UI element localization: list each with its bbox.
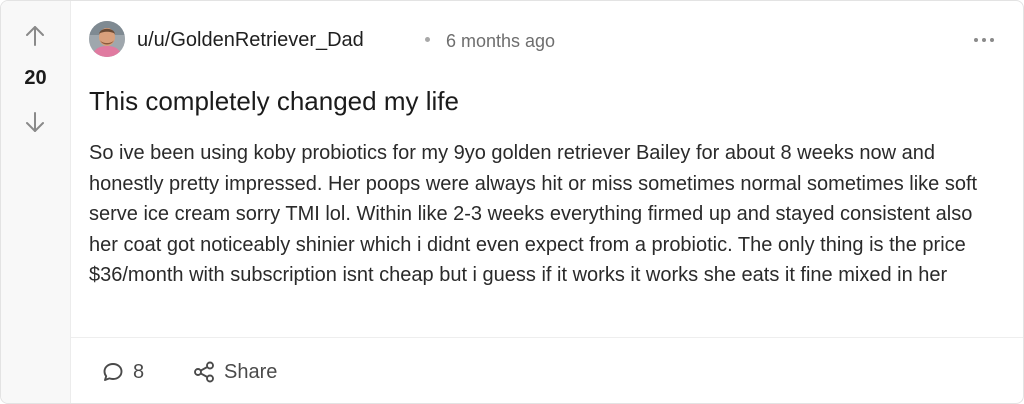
share-icon xyxy=(192,360,216,384)
post-meta: u/u/GoldenRetriever_Dad 6 months ago xyxy=(89,21,1003,59)
post-body: So ive been using koby probiotics for my… xyxy=(89,142,978,287)
more-options-button[interactable] xyxy=(971,29,997,51)
arrow-down-icon xyxy=(22,109,48,135)
more-horizontal-icon xyxy=(971,29,997,51)
post-actions-bar: 8 Share xyxy=(71,337,1023,403)
post-timestamp: 6 months ago xyxy=(446,31,556,51)
downvote-button[interactable] xyxy=(22,109,48,135)
comment-count: 8 xyxy=(133,360,145,383)
comments-button[interactable]: 8 xyxy=(101,358,144,386)
post-content: u/u/GoldenRetriever_Dad 6 months ago Thi… xyxy=(71,1,1023,403)
vote-column: 20 xyxy=(1,1,71,403)
comment-bubble-icon xyxy=(101,360,125,384)
avatar[interactable] xyxy=(89,21,125,57)
share-label: Share xyxy=(224,360,278,383)
share-button[interactable]: Share xyxy=(192,358,277,386)
author-username[interactable]: u/u/GoldenRetriever_Dad xyxy=(137,29,364,52)
post-title: This completely changed my life xyxy=(89,86,459,116)
meta-separator-dot xyxy=(425,37,430,42)
upvote-button[interactable] xyxy=(22,23,48,49)
post-card: 20 u/u/GoldenRetriever_Dad 6 months ago … xyxy=(0,0,1024,404)
arrow-up-icon xyxy=(22,23,48,49)
vote-count: 20 xyxy=(24,67,47,89)
